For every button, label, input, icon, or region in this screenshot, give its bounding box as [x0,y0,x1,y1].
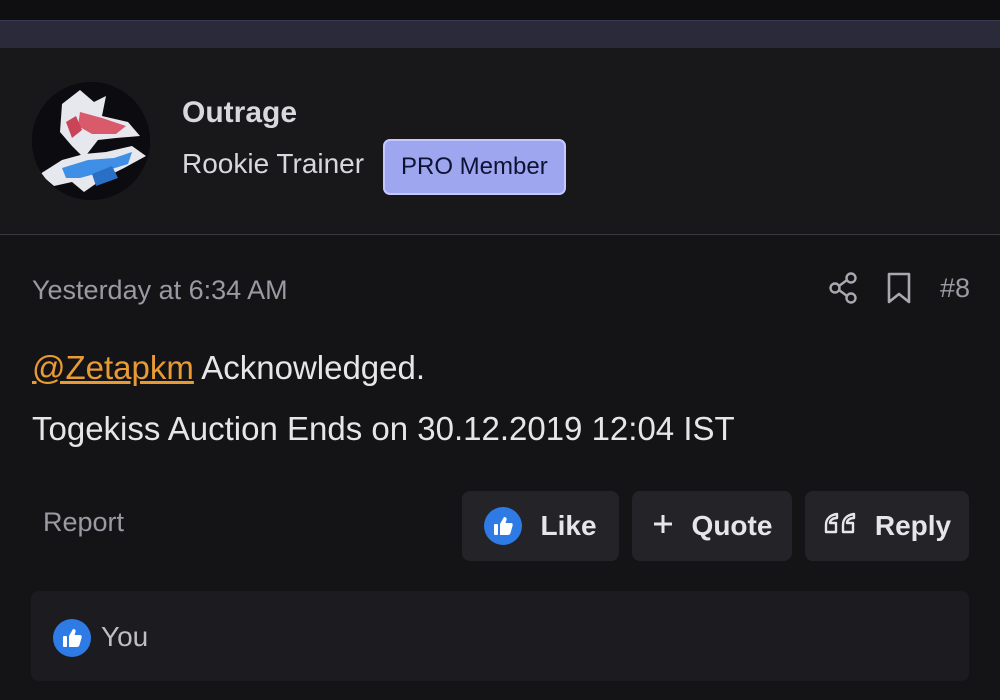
post-body: Yesterday at 6:34 AM #8 @Zetapkm Acknowl… [0,235,1000,700]
like-label: Like [540,510,597,541]
post-line-2: Togekiss Auction Ends on 30.12.2019 12:0… [32,410,735,447]
pro-member-badge: PRO Member [383,139,566,195]
author-block: Outrage Rookie Trainer PRO Member [0,48,1000,235]
like-button[interactable]: Like [462,491,619,561]
header-band [0,20,1000,49]
bookmark-icon[interactable] [884,271,914,305]
thumbs-up-icon [484,507,523,545]
share-icon[interactable] [828,271,858,305]
quote-button[interactable]: Quote [632,491,792,561]
post-line-1-text: Acknowledged. [193,349,426,386]
post-number[interactable]: #8 [940,273,970,304]
avatar[interactable] [32,82,150,200]
quote-label: Quote [691,510,773,541]
user-title: Rookie Trainer [182,148,365,179]
quote-marks-icon [823,510,857,543]
user-mention-link[interactable]: @Zetapkm [32,349,194,386]
reply-label: Reply [874,510,952,541]
reactions-bar[interactable]: You [31,591,969,681]
top-bar [0,0,1000,20]
reply-button[interactable]: Reply [805,491,969,561]
post-timestamp[interactable]: Yesterday at 6:34 AM [32,275,288,306]
post-line-1: @Zetapkm Acknowledged. [32,349,425,387]
avatar-image [32,82,150,200]
plus-icon [652,510,674,542]
reaction-user[interactable]: You [101,621,148,653]
post-tools: #8 [828,271,970,305]
report-link[interactable]: Report [43,507,124,538]
username[interactable]: Outrage [182,96,297,130]
thumbs-up-icon [53,619,91,657]
